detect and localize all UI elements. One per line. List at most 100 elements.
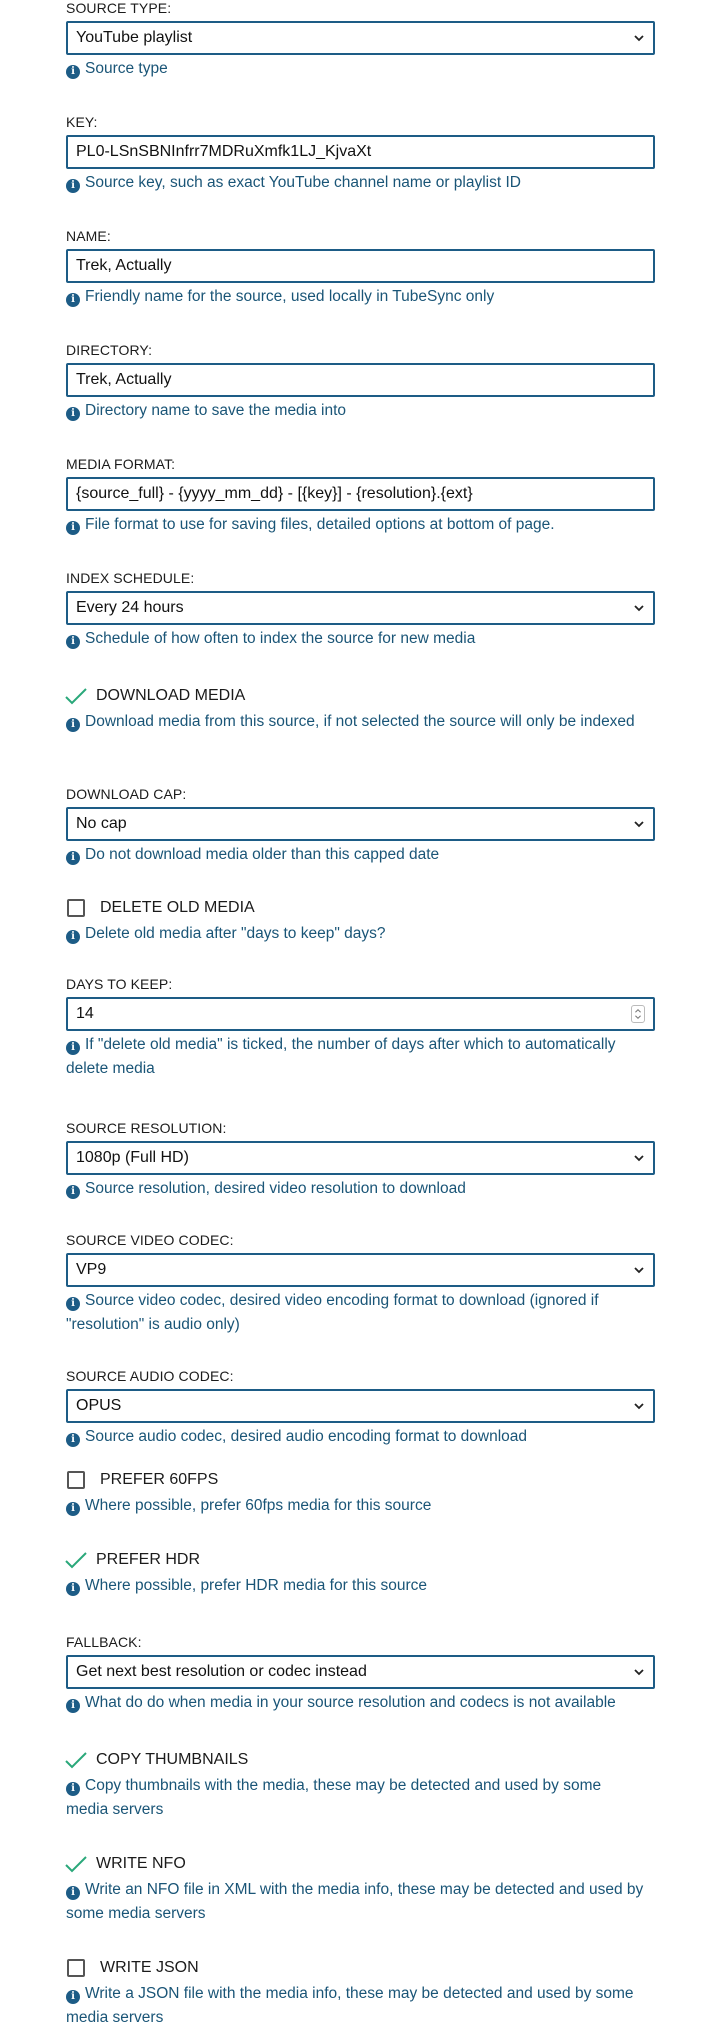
checkmark-icon[interactable] <box>64 1750 88 1770</box>
source-type-select[interactable]: YouTube playlist <box>66 21 655 55</box>
chevron-down-icon <box>631 1150 647 1166</box>
download-cap-label: Download cap: <box>66 786 187 802</box>
prefer-60fps-help: i Where possible, prefer 60fps media for … <box>66 1494 655 1518</box>
name-help: i Friendly name for the source, used loca… <box>66 285 655 309</box>
checkmark-icon[interactable] <box>64 686 88 706</box>
source-acodec-value: OPUS <box>76 1397 122 1414</box>
key-value: PL0-LSnSBNInfrr7MDRuXmfk1LJ_KjvaXt <box>76 143 372 160</box>
source-vcodec-help-text: Source video codec, desired video encodi… <box>66 1292 599 1333</box>
field-days-to-keep: Days to keep: 14 i If "delete old media" is… <box>66 976 655 1081</box>
source-resolution-help-text: Source resolution, desired video resolut… <box>85 1180 466 1197</box>
prefer-60fps-label: Prefer 60fps <box>100 1471 219 1488</box>
source-resolution-value: 1080p (Full HD) <box>76 1149 189 1166</box>
delete-old-media-help-text: Delete old media after "days to keep" da… <box>85 925 386 942</box>
field-copy-thumbnails: Copy thumbnails i Copy thumbnails with the… <box>64 1748 655 1822</box>
write-nfo-label: Write NFO <box>96 1855 186 1872</box>
prefer-60fps-help-text: Where possible, prefer 60fps media for t… <box>85 1497 432 1514</box>
fallback-label: Fallback: <box>66 1634 142 1650</box>
name-help-text: Friendly name for the source, used local… <box>85 288 495 305</box>
key-input[interactable]: PL0-LSnSBNInfrr7MDRuXmfk1LJ_KjvaXt <box>66 135 655 169</box>
name-input[interactable]: Trek, Actually <box>66 249 655 283</box>
source-vcodec-value: VP9 <box>76 1261 107 1278</box>
media-format-help: i File format to use for saving files, de… <box>66 513 655 537</box>
name-label: Name: <box>66 228 111 244</box>
chevron-down-icon <box>631 1664 647 1680</box>
info-circle-icon: i <box>66 718 80 732</box>
prefer-hdr-help: i Where possible, prefer HDR media for th… <box>66 1574 655 1598</box>
days-to-keep-input[interactable]: 14 <box>66 997 655 1031</box>
download-cap-value: No cap <box>76 815 127 832</box>
info-circle-icon: i <box>66 179 80 193</box>
info-circle-icon: i <box>66 1699 80 1713</box>
write-nfo-toggle[interactable]: Write NFO <box>64 1852 655 1876</box>
info-circle-icon: i <box>66 1041 80 1055</box>
checkmark-icon[interactable] <box>64 1854 88 1874</box>
fallback-select[interactable]: Get next best resolution or codec instea… <box>66 1655 655 1689</box>
days-to-keep-help: i If "delete old media" is ticked, the nu… <box>66 1033 655 1081</box>
field-delete-old-media: Delete old media i Delete old media after … <box>66 896 655 946</box>
key-help: i Source key, such as exact YouTube chann… <box>66 171 655 195</box>
write-json-help-text: Write a JSON file with the media info, t… <box>66 1985 634 2026</box>
source-acodec-select[interactable]: OPUS <box>66 1389 655 1423</box>
source-vcodec-select[interactable]: VP9 <box>66 1253 655 1287</box>
source-vcodec-label: Source video codec: <box>66 1232 234 1248</box>
chevron-down-icon <box>631 816 647 832</box>
fallback-value: Get next best resolution or codec instea… <box>76 1663 367 1680</box>
empty-checkbox-icon[interactable] <box>67 1959 85 1977</box>
index-schedule-label: Index schedule: <box>66 570 195 586</box>
chevron-down-icon <box>631 600 647 616</box>
media-format-help-text: File format to use for saving files, det… <box>85 516 555 533</box>
info-circle-icon: i <box>66 1502 80 1516</box>
info-circle-icon: i <box>66 851 80 865</box>
prefer-60fps-toggle[interactable]: Prefer 60fps <box>66 1468 655 1492</box>
empty-checkbox-icon[interactable] <box>67 899 85 917</box>
download-cap-help: i Do not download media older than this c… <box>66 843 655 867</box>
write-json-label: Write JSON <box>100 1959 199 1976</box>
copy-thumbnails-toggle[interactable]: Copy thumbnails <box>64 1748 655 1772</box>
write-json-toggle[interactable]: Write JSON <box>66 1956 655 1980</box>
copy-thumbnails-help-text: Copy thumbnails with the media, these ma… <box>66 1777 602 1818</box>
media-format-value: {source_full} - {yyyy_mm_dd} - [{key}] -… <box>76 485 473 502</box>
info-circle-icon: i <box>66 293 80 307</box>
prefer-hdr-toggle[interactable]: Prefer HDR <box>64 1548 655 1572</box>
copy-thumbnails-label: Copy thumbnails <box>96 1751 249 1768</box>
media-format-input[interactable]: {source_full} - {yyyy_mm_dd} - [{key}] -… <box>66 477 655 511</box>
download-media-label: Download media <box>96 687 246 704</box>
delete-old-media-label: Delete old media <box>100 899 255 916</box>
info-circle-icon: i <box>66 65 80 79</box>
directory-help: i Directory name to save the media into <box>66 399 655 423</box>
field-name: Name: Trek, Actually i Friendly name for th… <box>66 228 655 309</box>
info-circle-icon: i <box>66 521 80 535</box>
source-type-label: Source type: <box>66 0 172 16</box>
directory-value: Trek, Actually <box>76 371 172 388</box>
info-circle-icon: i <box>66 635 80 649</box>
empty-checkbox-icon[interactable] <box>67 1471 85 1489</box>
field-prefer-hdr: Prefer HDR i Where possible, prefer HDR me… <box>64 1548 655 1598</box>
download-cap-select[interactable]: No cap <box>66 807 655 841</box>
field-directory: Directory: Trek, Actually i Directory name … <box>66 342 655 423</box>
source-resolution-select[interactable]: 1080p (Full HD) <box>66 1141 655 1175</box>
source-resolution-help: i Source resolution, desired video resolu… <box>66 1177 655 1201</box>
stepper-icon[interactable] <box>631 1005 645 1023</box>
source-vcodec-help: i Source video codec, desired video encod… <box>66 1289 655 1337</box>
download-cap-help-text: Do not download media older than this ca… <box>85 846 440 863</box>
chevron-down-icon <box>631 1262 647 1278</box>
prefer-hdr-help-text: Where possible, prefer HDR media for thi… <box>85 1577 427 1594</box>
days-to-keep-help-text: If "delete old media" is ticked, the num… <box>66 1036 616 1077</box>
index-schedule-select[interactable]: Every 24 hours <box>66 591 655 625</box>
info-circle-icon: i <box>66 1782 80 1796</box>
field-download-media: Download media i Download media from this … <box>64 684 655 734</box>
download-media-toggle[interactable]: Download media <box>64 684 655 708</box>
directory-input[interactable]: Trek, Actually <box>66 363 655 397</box>
field-write-json: Write JSON i Write a JSON file with the me… <box>66 1956 655 2030</box>
field-source-acodec: Source audio codec: OPUS i Source audio cod… <box>66 1368 655 1449</box>
write-nfo-help-text: Write an NFO file in XML with the media … <box>66 1881 644 1922</box>
source-type-help: i Source type <box>66 57 655 81</box>
delete-old-media-toggle[interactable]: Delete old media <box>66 896 655 920</box>
field-source-vcodec: Source video codec: VP9 i Source video code… <box>66 1232 655 1337</box>
prefer-hdr-label: Prefer HDR <box>96 1551 201 1568</box>
fallback-help-text: What do do when media in your source res… <box>85 1694 616 1711</box>
copy-thumbnails-help: i Copy thumbnails with the media, these m… <box>66 1774 655 1822</box>
checkmark-icon[interactable] <box>64 1550 88 1570</box>
info-circle-icon: i <box>66 1886 80 1900</box>
